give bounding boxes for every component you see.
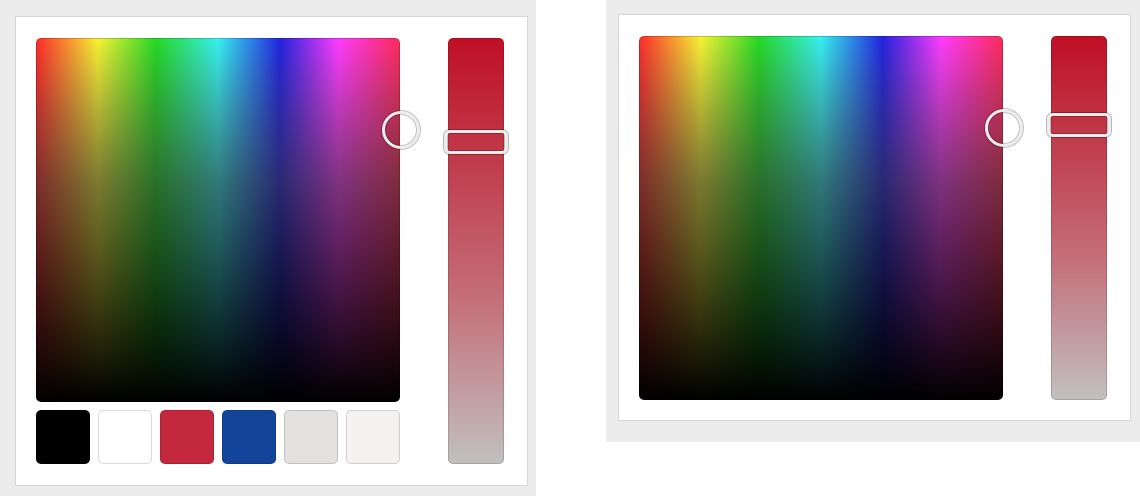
hue-slider-handle[interactable] <box>444 130 508 155</box>
swatch-off-white[interactable] <box>346 410 400 464</box>
swatch-blue[interactable] <box>222 410 276 464</box>
saturation-brightness-area[interactable] <box>36 38 400 402</box>
swatch-white[interactable] <box>98 410 152 464</box>
hue-slider-track[interactable] <box>444 38 508 464</box>
color-picker-handle[interactable] <box>382 111 420 149</box>
hue-slider-handle[interactable] <box>1047 113 1111 138</box>
swatch-light-gray[interactable] <box>284 410 338 464</box>
swatch-red[interactable] <box>160 410 214 464</box>
hue-slider-track[interactable] <box>1047 36 1111 400</box>
saturation-brightness-area[interactable] <box>639 36 1003 400</box>
color-picker-handle[interactable] <box>985 109 1023 147</box>
stage <box>0 0 1140 496</box>
swatch-black[interactable] <box>36 410 90 464</box>
